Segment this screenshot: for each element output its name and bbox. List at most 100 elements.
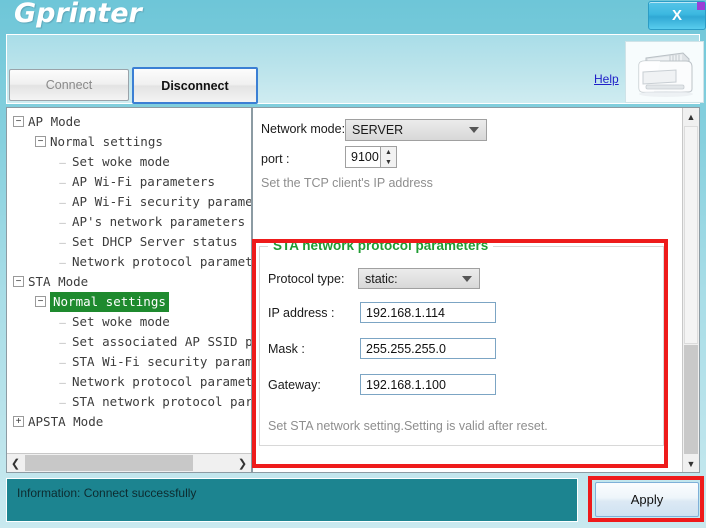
corner-accent (697, 2, 705, 10)
tree-horizontal-scrollbar[interactable]: ❮ ❯ (7, 453, 251, 472)
tree-item-label: Set DHCP Server status (72, 234, 238, 249)
tree-item[interactable]: − Normal settings (7, 132, 251, 152)
close-button[interactable]: X (648, 1, 706, 30)
tree-item-label: Network protocol parameters (72, 374, 252, 389)
tree-item-label: STA Mode (28, 274, 89, 289)
mask-label: Mask : (268, 342, 305, 356)
expand-icon[interactable]: + (13, 416, 24, 427)
settings-tree-scroll[interactable]: − AP Mode − Normal settings — Set woke mode — A… (7, 108, 252, 452)
gateway-input[interactable]: 192.168.1.100 (360, 374, 496, 395)
apply-button-label: Apply (630, 492, 664, 507)
network-mode-value: SERVER (352, 123, 404, 137)
tree-item[interactable]: − Normal settings (7, 292, 251, 312)
collapse-icon[interactable]: − (35, 296, 46, 307)
network-mode-select[interactable]: SERVER (345, 119, 487, 141)
protocol-type-select[interactable]: static: (358, 268, 480, 289)
apply-button[interactable]: Apply (595, 482, 699, 517)
tree-hscroll-thumb[interactable] (25, 455, 193, 471)
tree-item[interactable]: — Set DHCP Server status (7, 232, 251, 252)
tree-item[interactable]: — Set associated AP SSID parameters (7, 332, 252, 352)
tree-item-label: APSTA Mode (28, 414, 104, 429)
tree-item[interactable]: + APSTA Mode (7, 412, 251, 432)
title-bar: Gprinter X (0, 0, 706, 30)
tree-item-label: Network protocol parameters (72, 254, 252, 269)
port-stepper[interactable]: 9100 ▲ ▼ (345, 146, 397, 168)
tree-leaf-icon: — (59, 396, 66, 409)
tree-item-label: Set woke mode (72, 154, 170, 169)
tree-item[interactable]: — Network protocol parameters (7, 252, 252, 272)
protocol-type-value: static: (365, 271, 398, 286)
connect-button-label: Connect (45, 78, 93, 92)
tree-item-label: STA network protocol parameters (72, 394, 252, 409)
collapse-icon[interactable]: − (13, 116, 24, 127)
settings-content-panel: Network mode: SERVER port : 9100 ▲ ▼ Set… (252, 107, 700, 473)
tree-leaf-icon: — (59, 316, 66, 329)
port-stepper-buttons[interactable]: ▲ ▼ (380, 147, 396, 167)
tree-item[interactable]: — STA Wi-Fi security parameters (7, 352, 251, 372)
chevron-right-icon[interactable]: ❯ (234, 454, 251, 472)
status-message: Information: Connect successfully (17, 486, 197, 500)
stepper-down-icon[interactable]: ▼ (381, 157, 396, 167)
collapse-icon[interactable]: − (13, 276, 24, 287)
tree-leaf-icon: — (59, 336, 66, 349)
chevron-left-icon[interactable]: ❮ (7, 454, 24, 472)
tree-item-label: AP Wi-Fi security parameters (72, 194, 252, 209)
tree-leaf-icon: — (59, 156, 66, 169)
ip-address-input[interactable]: 192.168.1.114 (360, 302, 496, 323)
disconnect-button[interactable]: Disconnect (132, 67, 258, 104)
gprinter-window: Gprinter X Connect Disconnect Help − AP … (0, 0, 706, 528)
gateway-value: 192.168.1.100 (366, 377, 446, 392)
disconnect-button-label: Disconnect (161, 78, 229, 93)
content-vscroll-thumb[interactable] (684, 126, 698, 344)
settings-tree-panel: − AP Mode − Normal settings — Set woke mode — A… (6, 107, 252, 473)
port-label: port : (261, 152, 290, 166)
mask-input[interactable]: 255.255.255.0 (360, 338, 496, 359)
status-bar: Information: Connect successfully (6, 478, 578, 522)
tree-item[interactable]: — AP Wi-Fi security parameters (7, 192, 252, 212)
tree-item[interactable]: — Set woke mode (7, 312, 251, 332)
tree-item-label: AP Wi-Fi parameters (72, 174, 215, 189)
tree-item[interactable]: — Network protocol parameters (7, 372, 252, 392)
tree-leaf-icon: — (59, 356, 66, 369)
sta-network-groupbox: STA network protocol parameters Protocol… (259, 238, 664, 446)
protocol-type-label: Protocol type: (268, 272, 345, 286)
port-value: 9100 (351, 150, 379, 164)
tree-leaf-icon: — (59, 376, 66, 389)
ip-address-label: IP address : (268, 306, 335, 320)
content-vscroll-track[interactable] (684, 345, 698, 454)
settings-tree[interactable]: − AP Mode − Normal settings — Set woke mode — A… (7, 108, 252, 432)
chevron-down-icon[interactable]: ▼ (683, 455, 699, 472)
chevron-down-icon (469, 127, 479, 133)
stepper-up-icon[interactable]: ▲ (381, 147, 396, 157)
tree-item[interactable]: − AP Mode (7, 112, 251, 132)
tree-item-label: AP Mode (28, 114, 81, 129)
tree-leaf-icon: — (59, 256, 66, 269)
tree-item-label: Normal settings (50, 292, 169, 312)
connect-button[interactable]: Connect (9, 69, 129, 101)
sta-network-footer-hint: Set STA network setting.Setting is valid… (268, 419, 548, 433)
chevron-down-icon (462, 275, 472, 282)
content-vertical-scrollbar[interactable]: ▲ ▼ (682, 108, 699, 472)
gateway-label: Gateway: (268, 378, 321, 392)
network-mode-label: Network mode: (261, 122, 346, 136)
printer-icon (625, 41, 704, 103)
collapse-icon[interactable]: − (35, 136, 46, 147)
help-link[interactable]: Help (594, 72, 619, 86)
tree-item[interactable]: — Set woke mode (7, 152, 251, 172)
chevron-up-icon[interactable]: ▲ (683, 108, 699, 125)
mask-value: 255.255.255.0 (366, 341, 446, 356)
sta-network-groupbox-title: STA network protocol parameters (268, 238, 494, 253)
tree-item-label: Set associated AP SSID parameters (72, 334, 252, 349)
tree-item[interactable]: − STA Mode (7, 272, 251, 292)
app-logo: Gprinter (14, 0, 142, 29)
tree-item[interactable]: — STA network protocol parameters (7, 392, 252, 412)
tree-leaf-icon: — (59, 196, 66, 209)
tree-leaf-icon: — (59, 236, 66, 249)
ip-address-value: 192.168.1.114 (366, 305, 446, 320)
tree-item[interactable]: — AP's network parameters (7, 212, 251, 232)
tree-item-label: Set woke mode (72, 314, 170, 329)
tree-item-label: AP's network parameters (72, 214, 246, 229)
tcp-client-hint: Set the TCP client's IP address (261, 176, 433, 190)
tree-item[interactable]: — AP Wi-Fi parameters (7, 172, 251, 192)
tree-item-label: Normal settings (50, 134, 163, 149)
